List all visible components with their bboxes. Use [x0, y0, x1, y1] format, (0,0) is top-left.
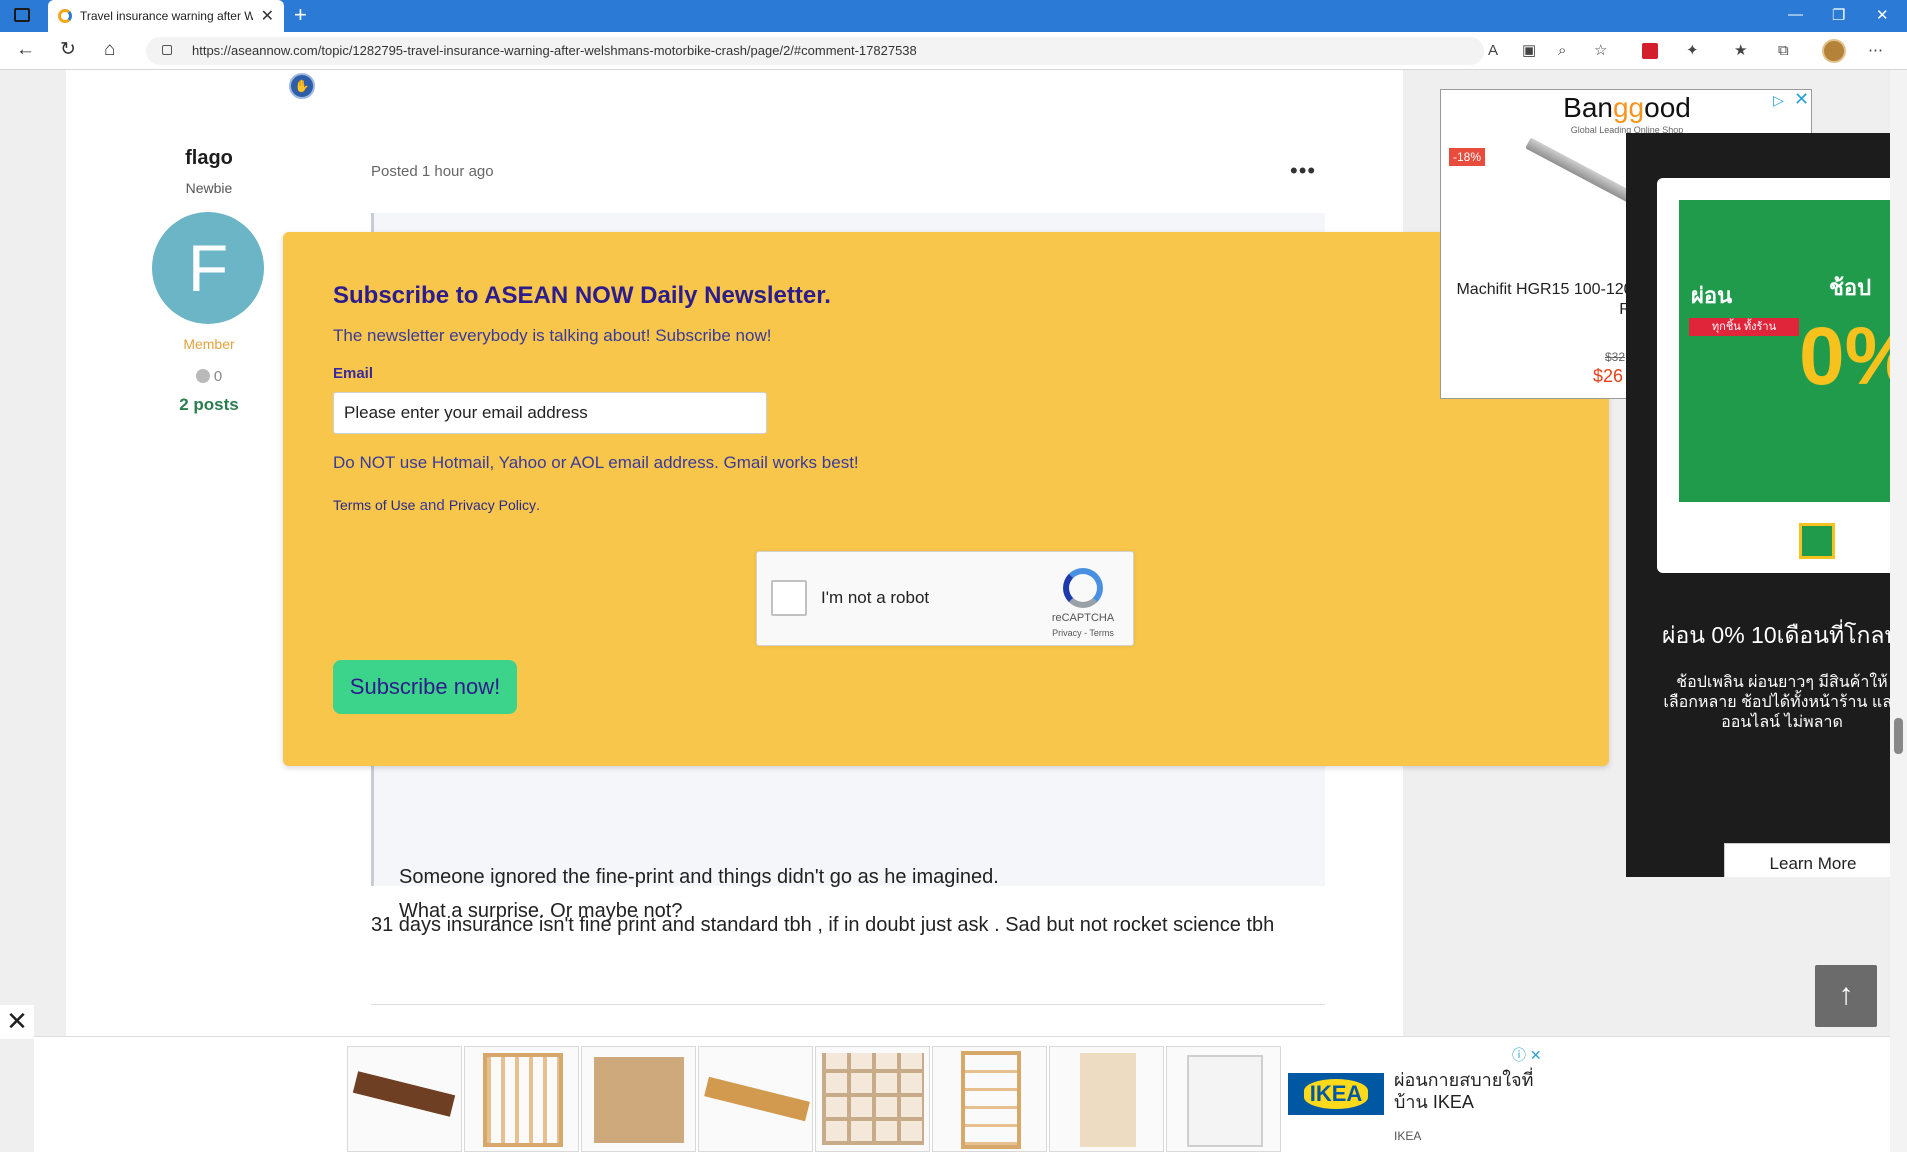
url-field[interactable]: https://aseannow.com/topic/1282795-trave…: [146, 37, 1484, 65]
extensions-puzzle-icon[interactable]: ✦: [1686, 42, 1699, 60]
promo-corner: ช้อป: [1829, 275, 1872, 300]
page-viewport: ✋ flago Newbie F Member 0 2 posts Posted…: [0, 70, 1907, 1152]
collections-icon[interactable]: ⧉: [1778, 42, 1789, 60]
home-button[interactable]: ⌂: [104, 40, 115, 60]
recaptcha-brand: reCAPTCHA: [1051, 612, 1115, 624]
favorites-icon[interactable]: ★: [1734, 42, 1747, 60]
page-scrollbar[interactable]: [1890, 70, 1907, 1152]
author-rank: Newbie: [185, 180, 233, 196]
back-button[interactable]: ←: [16, 40, 35, 60]
new-price: $26: [1593, 366, 1624, 386]
post-timestamp[interactable]: Posted 1 hour ago: [371, 163, 494, 180]
side-ad-body: ช้อปเพลิน ผ่อนยาวๆ มีสินค้าให้เลือกหลาย …: [1663, 674, 1890, 731]
avatar[interactable]: F: [152, 212, 264, 324]
post-count[interactable]: 2 posts: [150, 395, 268, 415]
post-menu-button[interactable]: •••: [1290, 158, 1316, 184]
ikea-product-strip: [347, 1046, 1281, 1152]
recaptcha-widget: I'm not a robot reCAPTCHA Privacy - Term…: [756, 551, 1134, 646]
discount-badge: -18%: [1449, 148, 1486, 166]
side-ad-headline: ผ่อน 0% 10เดือนที่โกลบ: [1662, 622, 1890, 648]
author-group: Member: [183, 336, 235, 352]
zoom-icon[interactable]: ⌕: [1558, 42, 1566, 60]
global-logo-icon: [1799, 523, 1835, 559]
profile-avatar[interactable]: [1822, 39, 1846, 63]
ikea-product-5[interactable]: [815, 1046, 930, 1152]
browser-tab-active[interactable]: Travel insurance warning after W ✕: [48, 0, 284, 32]
privacy-link[interactable]: Privacy Policy: [449, 497, 536, 513]
ikea-adchoices-icon[interactable]: ⓘ ✕: [1512, 1045, 1542, 1065]
tab-close-icon[interactable]: ✕: [261, 6, 274, 26]
author-name[interactable]: flago: [150, 147, 268, 170]
tab-title: Travel insurance warning after W: [80, 9, 253, 23]
product-image: [1525, 137, 1637, 205]
ikea-product-4[interactable]: [698, 1046, 813, 1152]
reputation-icon: [195, 369, 210, 383]
ikea-brand: IKEA: [1394, 1129, 1422, 1143]
recaptcha-links[interactable]: Privacy - Terms: [1037, 628, 1129, 638]
ikea-product-7[interactable]: [1049, 1046, 1164, 1152]
ikea-product-8[interactable]: [1166, 1046, 1281, 1152]
terms-link[interactable]: Terms of Use: [333, 497, 415, 513]
ikea-product-2[interactable]: [464, 1046, 579, 1152]
recaptcha-label: I'm not a robot: [821, 588, 930, 607]
side-ad-image: ผ่อน ช้อป ทุกชิ้น ทั้งร้าน 0%: [1679, 200, 1890, 502]
ikea-logo: IKEA: [1288, 1073, 1384, 1115]
site-favicon-icon: [58, 9, 72, 23]
subscribe-button[interactable]: Subscribe now!: [333, 660, 517, 714]
post-divider: [371, 1004, 1325, 1005]
promo-big-number: 0%: [1799, 311, 1890, 402]
more-menu-icon[interactable]: ⋯: [1868, 42, 1883, 60]
extension-icon[interactable]: [1642, 43, 1658, 59]
terms-period: .: [535, 497, 541, 514]
lock-icon: [162, 45, 172, 55]
scroll-top-button[interactable]: ↑: [1815, 965, 1877, 1027]
ikea-ad-bar[interactable]: IKEA ผ่อนกายสบายใจที่บ้าน IKEA IKEA ⓘ ✕: [34, 1036, 1907, 1152]
browser-titlebar: Travel insurance warning after W ✕ + — ❐…: [0, 0, 1907, 32]
refresh-button[interactable]: ↻: [60, 40, 76, 60]
email-note: Do NOT use Hotmail, Yahoo or AOL email a…: [333, 453, 859, 472]
email-field[interactable]: [333, 392, 767, 434]
banggood-logo: Banggood: [1563, 92, 1691, 123]
modal-subtitle: The newsletter everybody is talking abou…: [333, 326, 772, 345]
bottom-ad-close-icon[interactable]: ✕: [0, 1005, 34, 1039]
read-aloud-icon[interactable]: A: [1488, 42, 1498, 60]
modal-title: Subscribe to ASEAN NOW Daily Newsletter.: [333, 282, 831, 309]
newsletter-modal: Subscribe to ASEAN NOW Daily Newsletter.…: [283, 232, 1609, 766]
ikea-ad-text[interactable]: ผ่อนกายสบายใจที่บ้าน IKEA: [1394, 1069, 1564, 1113]
recaptcha-logo-icon: [1063, 568, 1103, 608]
sidebar-toggle-icon[interactable]: [14, 8, 30, 22]
url-text: https://aseannow.com/topic/1282795-trave…: [192, 43, 917, 58]
new-tab-button[interactable]: +: [294, 4, 307, 26]
immersive-reader-icon[interactable]: ▣: [1522, 42, 1536, 60]
promo-top: ผ่อน: [1691, 283, 1733, 308]
ad-close-icon[interactable]: ✕: [1794, 89, 1809, 110]
old-price: $32: [1605, 350, 1626, 364]
recaptcha-checkbox[interactable]: [771, 580, 807, 616]
reputation-count: 0: [213, 368, 223, 385]
restore-button[interactable]: ❐: [1832, 6, 1845, 24]
promo-ribbon: ทุกชิ้น ทั้งร้าน: [1689, 318, 1799, 336]
window-close-button[interactable]: ✕: [1876, 6, 1889, 24]
accessibility-hand-icon[interactable]: ✋: [289, 73, 315, 99]
terms-and: and: [419, 497, 445, 514]
quote-line: Someone ignored the fine-print and thing…: [399, 866, 999, 888]
learn-more-button[interactable]: Learn More: [1724, 843, 1890, 877]
side-ad-card: ผ่อน ช้อป ทุกชิ้น ทั้งร้าน 0%: [1657, 178, 1890, 573]
favorite-add-icon[interactable]: ☆: [1594, 42, 1607, 60]
ikea-product-3[interactable]: [581, 1046, 696, 1152]
email-label: Email: [333, 365, 374, 382]
address-bar: ← ↻ ⌂ https://aseannow.com/topic/1282795…: [0, 32, 1907, 70]
ikea-product-1[interactable]: [347, 1046, 462, 1152]
scrollbar-thumb[interactable]: [1894, 718, 1903, 754]
ikea-product-6[interactable]: [932, 1046, 1047, 1152]
side-ad[interactable]: ผ่อน ช้อป ทุกชิ้น ทั้งร้าน 0% ผ่อน 0% 10…: [1626, 133, 1890, 877]
post-body: 31 days insurance isn't fine print and s…: [371, 914, 1275, 936]
adchoices-icon[interactable]: ▷: [1773, 92, 1784, 109]
minimize-button[interactable]: —: [1788, 6, 1803, 23]
terms-line: Terms of Use and Privacy Policy.: [333, 497, 540, 514]
reputation: 0: [150, 368, 268, 385]
